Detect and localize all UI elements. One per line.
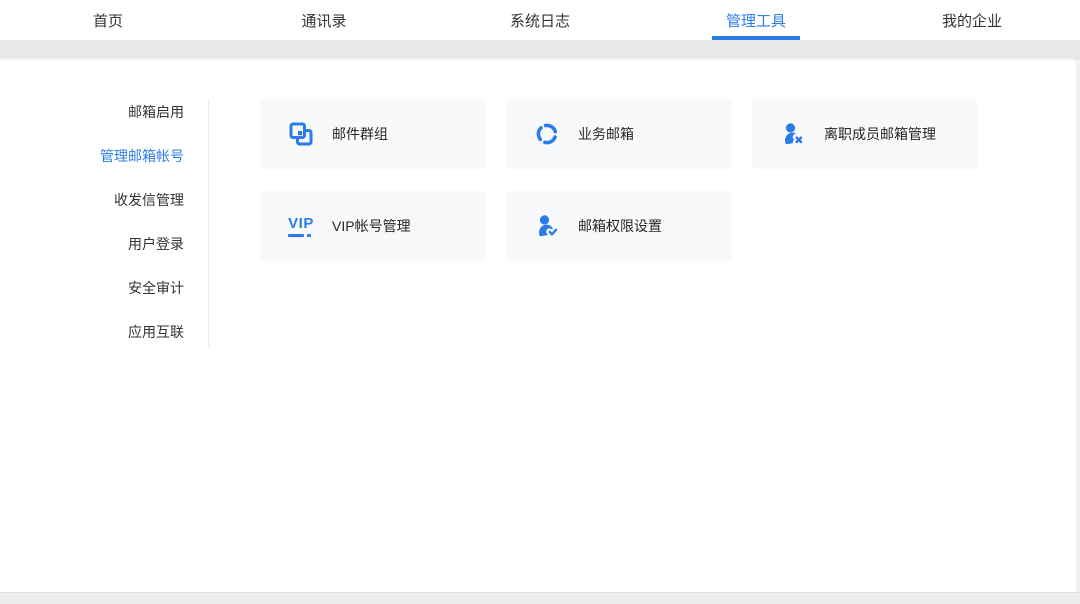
active-tab-underline (712, 36, 800, 40)
sidebar: 邮箱启用 管理邮箱帐号 收发信管理 用户登录 安全审计 应用互联 (0, 105, 184, 369)
card-mailbox-permissions[interactable]: 邮箱权限设置 (506, 191, 732, 261)
card-label: 业务邮箱 (578, 124, 634, 144)
tab-home[interactable]: 首页 (0, 0, 216, 40)
card-mail-group[interactable]: 邮件群组 (260, 99, 486, 169)
sidebar-item-manage-accounts[interactable]: 管理邮箱帐号 (0, 149, 184, 164)
tab-label: 首页 (93, 10, 123, 31)
vip-text: VIP (288, 216, 314, 231)
card-departed-member-mailbox[interactable]: 离职成员邮箱管理 (752, 99, 978, 169)
sidebar-item-mail-flow[interactable]: 收发信管理 (0, 193, 184, 208)
tab-label: 我的企业 (942, 10, 1002, 31)
top-nav: 首页 通讯录 系统日志 管理工具 我的企业 (0, 0, 1080, 40)
tab-label: 系统日志 (510, 10, 570, 31)
tab-label: 管理工具 (726, 10, 786, 31)
user-remove-icon (780, 121, 806, 147)
card-label: 离职成员邮箱管理 (824, 124, 936, 144)
user-check-icon (534, 213, 560, 239)
cycle-icon (534, 121, 560, 147)
sidebar-item-user-login[interactable]: 用户登录 (0, 237, 184, 252)
tool-cards: 邮件群组 业务邮箱 (260, 99, 980, 261)
sidebar-item-security-audit[interactable]: 安全审计 (0, 281, 184, 296)
mail-group-icon (288, 121, 314, 147)
page-band (0, 40, 1080, 58)
vip-icon: VIP (288, 213, 314, 239)
card-label: VIP帐号管理 (332, 216, 411, 236)
tab-my-enterprise[interactable]: 我的企业 (864, 0, 1080, 40)
scrollbar-track[interactable] (1076, 41, 1080, 604)
tab-admin-tools[interactable]: 管理工具 (648, 0, 864, 40)
card-label: 邮件群组 (332, 124, 388, 144)
content-panel: 邮箱启用 管理邮箱帐号 收发信管理 用户登录 安全审计 应用互联 邮件群组 (0, 58, 1076, 593)
tab-system-logs[interactable]: 系统日志 (432, 0, 648, 40)
tab-label: 通讯录 (301, 10, 346, 31)
sidebar-item-app-interconnect[interactable]: 应用互联 (0, 325, 184, 340)
bottom-strip (0, 592, 1080, 604)
sidebar-divider (208, 99, 209, 347)
card-business-mailbox[interactable]: 业务邮箱 (506, 99, 732, 169)
card-label: 邮箱权限设置 (578, 216, 662, 236)
card-vip-accounts[interactable]: VIP VIP帐号管理 (260, 191, 486, 261)
sidebar-item-mailbox-enable[interactable]: 邮箱启用 (0, 105, 184, 120)
tab-contacts[interactable]: 通讯录 (216, 0, 432, 40)
vip-underline (288, 234, 311, 237)
